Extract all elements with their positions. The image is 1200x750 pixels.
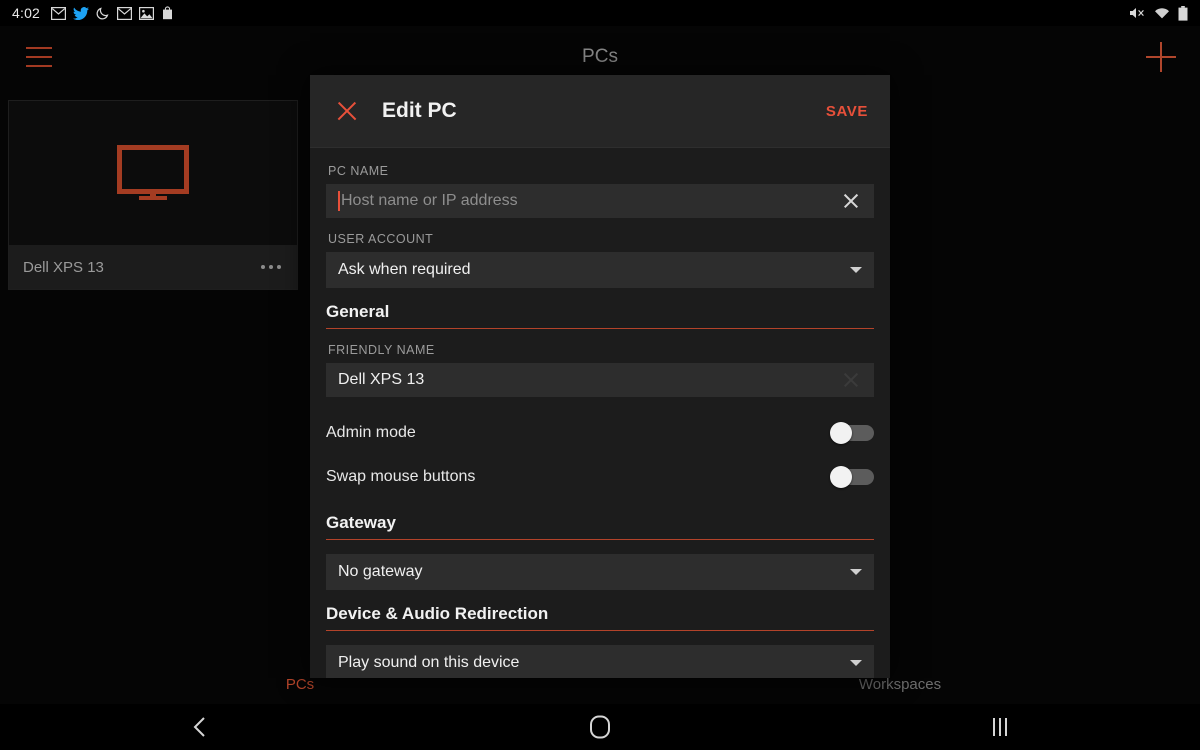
tab-workspaces[interactable]: Workspaces [600, 676, 1200, 693]
plus-icon[interactable] [1146, 42, 1176, 72]
chevron-left-icon[interactable] [0, 715, 400, 739]
shopping-bag-icon [163, 6, 173, 20]
toggle-knob [830, 422, 852, 444]
edit-pc-dialog: Edit PC SAVE PC NAME Host name or IP add… [310, 75, 890, 678]
audio-redirection-select[interactable]: Play sound on this device [326, 645, 874, 678]
moon-icon [96, 7, 109, 20]
toggle-knob [830, 466, 852, 488]
admin-mode-toggle[interactable] [830, 422, 874, 444]
save-button[interactable]: SAVE [826, 103, 868, 120]
twitter-icon [73, 6, 90, 20]
dialog-header: Edit PC SAVE [310, 75, 890, 148]
tab-pcs[interactable]: PCs [0, 676, 600, 693]
home-circle-icon[interactable] [400, 714, 800, 740]
monitor-icon [117, 145, 189, 200]
clear-x-icon[interactable] [840, 190, 862, 212]
pc-card-thumbnail [9, 101, 297, 245]
section-title-redirection: Device & Audio Redirection [326, 604, 549, 623]
page-title: PCs [582, 46, 618, 67]
user-account-value: Ask when required [338, 261, 471, 278]
swap-mouse-buttons-toggle[interactable] [830, 466, 874, 488]
pc-card-name: Dell XPS 13 [23, 258, 104, 276]
admin-mode-row: Admin mode [326, 411, 874, 455]
battery-icon [1178, 5, 1188, 21]
close-x-icon[interactable] [332, 96, 362, 126]
friendly-name-input[interactable]: Dell XPS 13 [326, 363, 874, 397]
gmail-icon [51, 6, 67, 20]
chevron-down-icon [850, 660, 862, 666]
pc-name-placeholder: Host name or IP address [341, 192, 518, 209]
volume-mute-icon [1130, 8, 1144, 18]
section-header-redirection: Device & Audio Redirection [326, 604, 874, 631]
pc-name-label: PC NAME [328, 164, 389, 178]
chevron-down-icon [850, 569, 862, 575]
chevron-down-icon [850, 267, 862, 273]
wifi-icon [1155, 7, 1169, 18]
pc-card-footer: Dell XPS 13 [9, 245, 297, 289]
admin-mode-label: Admin mode [326, 424, 416, 441]
photo-icon [139, 6, 155, 20]
gateway-select[interactable]: No gateway [326, 554, 874, 590]
user-account-select[interactable]: Ask when required [326, 252, 874, 288]
user-account-label: USER ACCOUNT [328, 232, 434, 246]
clear-x-icon[interactable] [840, 369, 862, 391]
dialog-body: PC NAME Host name or IP address USER ACC… [310, 148, 890, 678]
section-header-general: General [326, 302, 874, 329]
swap-mouse-buttons-row: Swap mouse buttons [326, 455, 874, 499]
friendly-name-value: Dell XPS 13 [338, 371, 425, 388]
swap-mouse-buttons-label: Swap mouse buttons [326, 468, 476, 485]
android-status-bar: 4:02 [0, 0, 1200, 26]
status-bar-right-group [1129, 5, 1188, 21]
friendly-name-label: FRIENDLY NAME [328, 343, 435, 357]
recents-bars-icon[interactable] [800, 716, 1200, 738]
gateway-value: No gateway [338, 563, 423, 580]
section-header-gateway: Gateway [326, 513, 874, 540]
audio-redirection-value: Play sound on this device [338, 654, 520, 671]
pc-card[interactable]: Dell XPS 13 [8, 100, 298, 290]
app-screen: 4:02 PCs Dell XPS 13 PCs Workspaces Edit… [0, 0, 1200, 750]
status-bar-left-group: 4:02 [12, 5, 174, 21]
dialog-title: Edit PC [382, 99, 457, 122]
section-title-general: General [326, 302, 390, 321]
gmail-icon [117, 6, 133, 20]
android-nav-bar [0, 704, 1200, 750]
section-title-gateway: Gateway [326, 513, 396, 532]
more-horizontal-icon[interactable] [259, 259, 283, 275]
pc-name-input[interactable]: Host name or IP address [326, 184, 874, 218]
text-cursor [338, 191, 340, 211]
status-bar-clock: 4:02 [12, 5, 41, 21]
